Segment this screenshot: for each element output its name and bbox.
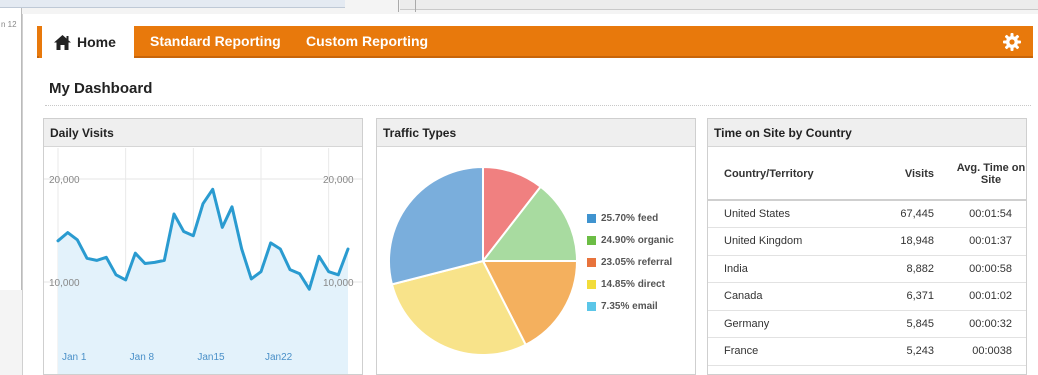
table-row[interactable]: United Kingdom 18,948 00:01:37 [708, 227, 1026, 256]
legend-label: 23.05% referral [601, 256, 673, 268]
nav-home-label: Home [77, 34, 116, 50]
legend-item-organic: 24.90% organic [587, 229, 674, 251]
cell-visits: 5,243 [870, 337, 950, 366]
cell-avg-time: 00:01:37 [950, 227, 1026, 256]
table-header-row: Country/Territory Visits Avg. Time on Si… [708, 148, 1026, 201]
x-axis-tick-label: Jan 1 [62, 352, 87, 363]
background-toolbar-strip [400, 0, 1038, 10]
cell-country: Canada [708, 282, 870, 311]
x-axis-tick-label: Jan22 [265, 352, 293, 363]
page-title: My Dashboard [49, 80, 153, 97]
legend-item-direct: 14.85% direct [587, 273, 674, 295]
country-table: Country/Territory Visits Avg. Time on Si… [708, 148, 1026, 366]
legend-swatch [587, 279, 596, 289]
legend-label: 7.35% email [601, 300, 658, 312]
legend-swatch [587, 235, 596, 245]
cell-country: France [708, 337, 870, 366]
y-axis-left-label-bottom: 10,000 [49, 278, 80, 289]
gear-icon[interactable] [1003, 33, 1021, 51]
column-header-avg-time[interactable]: Avg. Time on Site [950, 148, 1026, 201]
cell-country: Germany [708, 310, 870, 338]
home-icon [54, 34, 71, 50]
traffic-types-panel: Traffic Types 25.70% feed 24.90% organic… [376, 118, 696, 375]
cell-visits: 67,445 [870, 200, 950, 228]
x-axis-tick-label: Jan15 [197, 352, 225, 363]
legend-item-email: 7.35% email [587, 295, 674, 317]
title-divider [45, 105, 1031, 106]
cell-visits: 5,845 [870, 310, 950, 338]
cell-visits: 8,882 [870, 255, 950, 283]
table-row[interactable]: France 5,243 00:0038 [708, 337, 1026, 366]
table-row[interactable]: Germany 5,845 00:00:32 [708, 310, 1026, 338]
legend-item-referral: 23.05% referral [587, 251, 674, 273]
traffic-pie-chart [387, 165, 579, 356]
traffic-types-title: Traffic Types [377, 119, 695, 147]
table-row[interactable]: Canada 6,371 00:01:02 [708, 282, 1026, 311]
cell-avg-time: 00:0038 [950, 337, 1026, 366]
cell-visits: 18,948 [870, 227, 950, 256]
daily-visits-chart: 20,000 10,000 20,000 10,000 Jan 1 Jan 8 Ja… [44, 148, 362, 374]
cell-country: United States [708, 200, 870, 228]
legend-label: 25.70% feed [601, 212, 659, 224]
nav-home-tab[interactable]: Home [39, 26, 134, 58]
background-tab-text: n 12 [1, 20, 17, 29]
background-tab-strip [0, 0, 345, 8]
cell-avg-time: 00:01:54 [950, 200, 1026, 228]
daily-visits-title: Daily Visits [44, 119, 362, 147]
cell-country: India [708, 255, 870, 283]
cell-avg-time: 00:00:32 [950, 310, 1026, 338]
nav-custom-reporting[interactable]: Custom Reporting [306, 26, 428, 58]
legend-swatch [587, 213, 596, 223]
background-divider [398, 0, 399, 12]
table-row[interactable]: India 8,882 00:00:58 [708, 255, 1026, 283]
nav-standard-reporting[interactable]: Standard Reporting [150, 26, 281, 58]
cell-visits: 6,371 [870, 282, 950, 311]
x-axis-tick-label: Jan 8 [130, 352, 155, 363]
dashboard-window: Home Standard Reporting Custom Reporting… [22, 14, 1038, 375]
legend-swatch [587, 257, 596, 267]
legend-label: 14.85% direct [601, 278, 665, 290]
time-on-site-title: Time on Site by Country [708, 119, 1026, 147]
y-axis-right-label-top: 20,000 [323, 175, 354, 186]
background-divider [415, 0, 416, 12]
column-header-visits[interactable]: Visits [870, 148, 950, 201]
pie-slices [387, 165, 579, 356]
table-row[interactable]: United States 67,445 00:01:54 [708, 200, 1026, 228]
legend-label: 24.90% organic [601, 234, 674, 246]
y-axis-left-label-top: 20,000 [49, 175, 80, 186]
daily-visits-panel: Daily Visits 20,000 10,000 20,000 10,000… [43, 118, 363, 375]
screen: n 12 Home Standard Reporting Custom Repo… [0, 0, 1038, 375]
cell-avg-time: 00:01:02 [950, 282, 1026, 311]
legend-item-feed: 25.70% feed [587, 207, 674, 229]
background-sidebar: n 12 [0, 8, 22, 290]
traffic-legend: 25.70% feed 24.90% organic 23.05% referr… [587, 207, 674, 317]
legend-swatch [587, 301, 596, 311]
top-navigation-bar: Home Standard Reporting Custom Reporting [37, 26, 1033, 58]
cell-country: United Kingdom [708, 227, 870, 256]
time-on-site-panel: Time on Site by Country Country/Territor… [707, 118, 1027, 375]
cell-avg-time: 00:00:58 [950, 255, 1026, 283]
y-axis-right-label-bottom: 10,000 [323, 278, 354, 289]
column-header-country[interactable]: Country/Territory [708, 148, 870, 201]
